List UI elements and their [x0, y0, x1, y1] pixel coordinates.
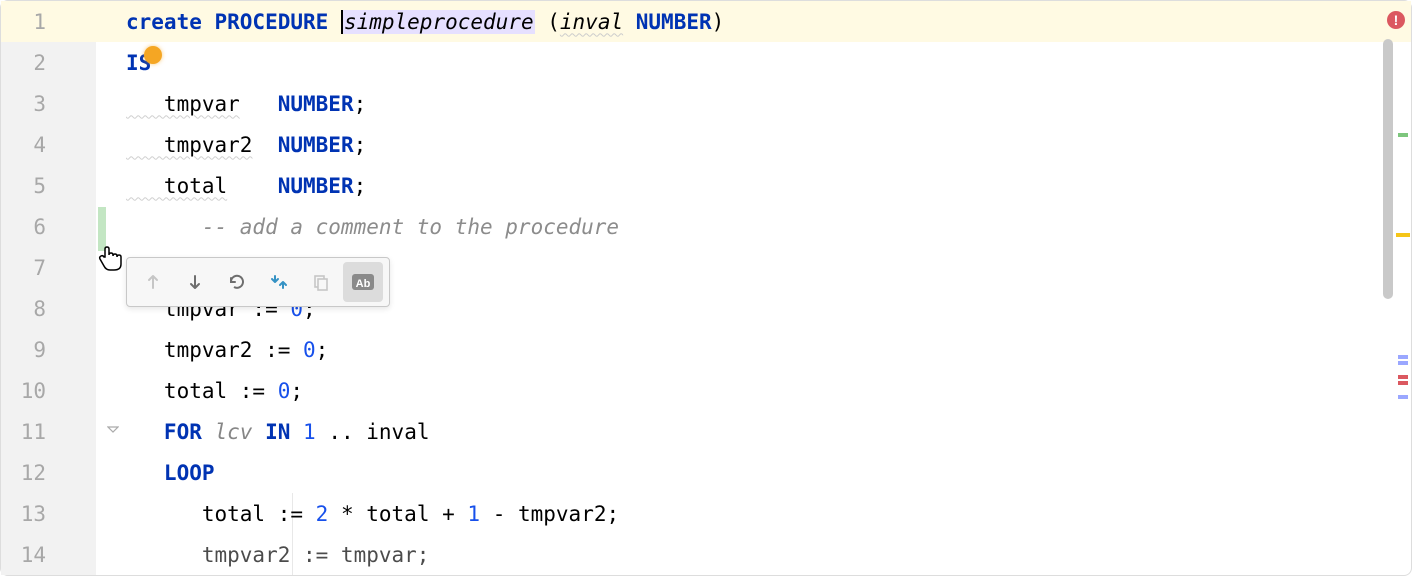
line-number-9: 9 — [1, 338, 66, 362]
code-line-11[interactable]: FOR lcv IN 1 .. inval — [96, 411, 1411, 452]
gutter: 1 2 3 4 5 6 7 8 9 10 11 12 13 14 — [1, 1, 96, 575]
rollback-button[interactable] — [217, 262, 257, 302]
var-tmpvar2: tmpvar2 — [126, 133, 252, 157]
keyword-create: create — [126, 10, 202, 34]
keyword-number: NUMBER — [278, 133, 354, 157]
code-line-3[interactable]: tmpvar NUMBER; — [96, 83, 1411, 124]
ident-inval: inval — [366, 420, 429, 444]
keyword-number: NUMBER — [636, 10, 712, 34]
number-literal: 0 — [278, 379, 291, 403]
semicolon: ; — [316, 338, 329, 362]
svg-text:Ab: Ab — [356, 278, 371, 290]
line-number-11: 11 — [1, 420, 66, 444]
stripe-marker[interactable] — [1396, 233, 1410, 237]
paren-open: ( — [535, 10, 560, 34]
lightbulb-icon[interactable] — [144, 46, 162, 64]
stmt-total-calc-c: - tmpvar2; — [480, 502, 619, 526]
code-line-13[interactable]: total := 2 * total + 1 - tmpvar2; — [96, 493, 1411, 534]
number-literal: 1 — [467, 502, 480, 526]
code-line-1[interactable]: create PROCEDURE simpleprocedure (inval … — [96, 1, 1411, 42]
semicolon: ; — [290, 379, 303, 403]
line-number-8: 8 — [1, 297, 66, 321]
stmt-total-calc-a: total := — [126, 502, 316, 526]
stripe-marker[interactable] — [1398, 355, 1408, 359]
stripe-marker[interactable] — [1398, 381, 1408, 385]
loopvar-lcv: lcv — [215, 420, 253, 444]
number-literal: 1 — [303, 420, 316, 444]
show-diff-button[interactable] — [259, 262, 299, 302]
keyword-loop: LOOP — [126, 461, 215, 485]
var-total: total — [126, 174, 227, 198]
line-number-7: 7 — [1, 256, 66, 280]
procedure-name[interactable]: simpleprocedure — [341, 10, 535, 34]
var-tmpvar: tmpvar — [126, 92, 240, 116]
code-line-5[interactable]: total NUMBER; — [96, 165, 1411, 206]
prev-change-button[interactable] — [133, 262, 173, 302]
comment-text: -- add a comment to the procedure — [126, 215, 619, 239]
stmt-tmpvar2-assign: tmpvar2 := — [126, 338, 303, 362]
line-number-4: 4 — [1, 133, 66, 157]
paren-close: ) — [712, 10, 725, 34]
code-line-12[interactable]: LOOP — [96, 452, 1411, 493]
toggle-highlight-button[interactable]: Ab — [343, 262, 383, 302]
keyword-for: FOR — [126, 420, 215, 444]
stripe-marker[interactable] — [1398, 133, 1408, 137]
keyword-procedure: PROCEDURE — [202, 10, 341, 34]
stripe-marker[interactable] — [1398, 395, 1408, 399]
diff-toolbar: Ab — [126, 257, 390, 307]
semicolon: ; — [354, 92, 367, 116]
line-number-1: 1 — [1, 10, 66, 34]
keyword-number: NUMBER — [278, 174, 354, 198]
line-number-13: 13 — [1, 502, 66, 526]
line-number-3: 3 — [1, 92, 66, 116]
stripe-marker[interactable] — [1398, 375, 1408, 379]
semicolon: ; — [354, 133, 367, 157]
stmt-total-assign: total := — [126, 379, 278, 403]
range-dots: .. — [316, 420, 367, 444]
error-stripe[interactable] — [1395, 1, 1411, 575]
code-line-14[interactable]: tmpvar2 := tmpvar; — [96, 534, 1411, 575]
code-line-4[interactable]: tmpvar2 NUMBER; — [96, 124, 1411, 165]
keyword-in: IN — [252, 420, 303, 444]
code-line-9[interactable]: tmpvar2 := 0; — [96, 329, 1411, 370]
code-line-6[interactable]: -- add a comment to the procedure — [96, 206, 1411, 247]
line-number-5: 5 — [1, 174, 66, 198]
number-literal: 2 — [316, 502, 329, 526]
stmt-tmpvar2-swap: tmpvar2 := tmpvar; — [126, 543, 429, 567]
stripe-marker[interactable] — [1398, 361, 1408, 365]
stmt-total-calc-b: * total + — [328, 502, 467, 526]
copy-button[interactable] — [301, 262, 341, 302]
line-number-6: 6 — [1, 215, 66, 239]
line-number-14: 14 — [1, 543, 66, 567]
code-line-10[interactable]: total := 0; — [96, 370, 1411, 411]
line-number-10: 10 — [1, 379, 66, 403]
line-number-12: 12 — [1, 461, 66, 485]
code-line-2[interactable]: IS — [96, 42, 1411, 83]
semicolon: ; — [354, 174, 367, 198]
vertical-scrollbar[interactable] — [1383, 39, 1393, 299]
number-literal: 0 — [303, 338, 316, 362]
param-inval: inval — [560, 10, 623, 34]
line-number-2: 2 — [1, 51, 66, 75]
next-change-button[interactable] — [175, 262, 215, 302]
keyword-number: NUMBER — [278, 92, 354, 116]
